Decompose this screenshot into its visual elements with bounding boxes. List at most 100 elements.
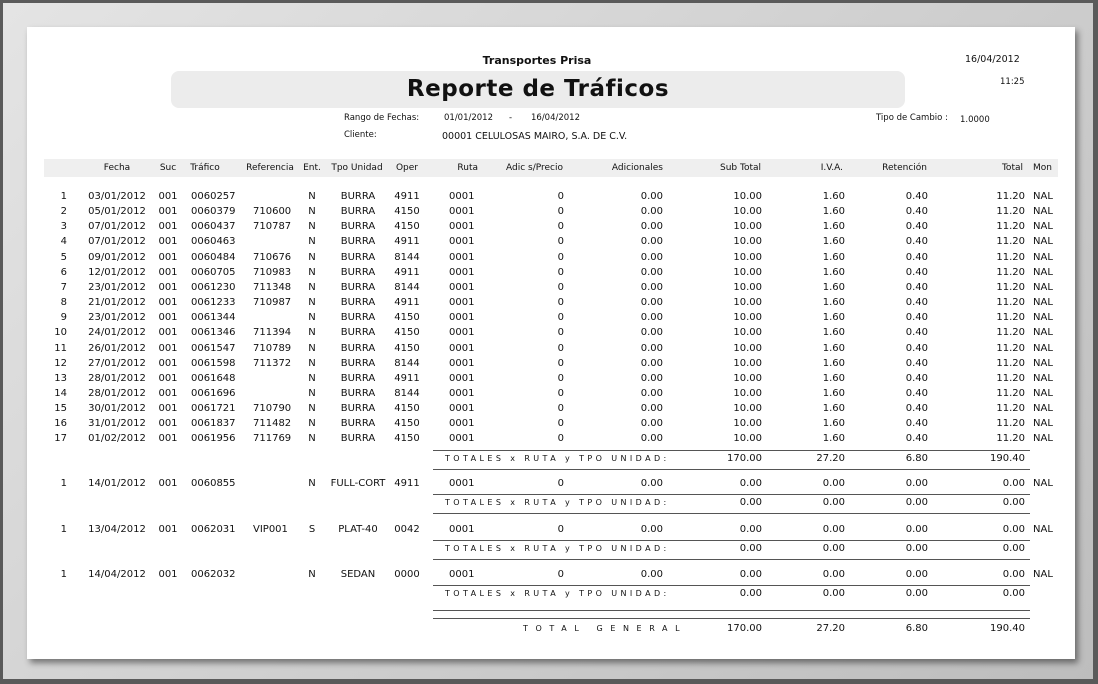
cell-adic-precio: 0 [557, 433, 564, 445]
subtotal-iva: 27.20 [816, 452, 845, 464]
cell-retencion: 0.40 [905, 327, 928, 339]
cell-entrada: N [308, 433, 316, 445]
cell-sucursal: 001 [158, 206, 178, 218]
cell-referencia: 710789 [253, 342, 292, 354]
cell-total: 11.20 [996, 372, 1025, 384]
cell-entrada: N [308, 372, 316, 384]
cell-moneda: NAL [1033, 372, 1053, 384]
cell-moneda: NAL [1033, 251, 1053, 263]
cell-operador: 4911 [394, 297, 420, 309]
cell-iva: 1.60 [822, 387, 845, 399]
cell-referencia: 710787 [253, 221, 292, 233]
cell-retencion: 0.40 [905, 342, 928, 354]
cell-retencion: 0.40 [905, 418, 928, 430]
cell-row-index: 7 [60, 281, 67, 293]
table-row: 1 03/01/2012 001 0060257 N BURRA 4911 0001 0 0.00… [27, 191, 1075, 206]
cell-row-index: 5 [60, 251, 67, 263]
cell-operador: 8144 [394, 281, 420, 293]
grand-total-iva: 27.20 [816, 623, 845, 634]
column-header-total: Total [1001, 163, 1023, 173]
cell-total: 0.00 [1002, 478, 1025, 489]
cell-sucursal: 001 [158, 236, 178, 248]
cell-retencion: 0.40 [905, 206, 928, 218]
cell-operador: 0000 [394, 569, 420, 580]
cell-total: 11.20 [996, 418, 1025, 430]
cell-fecha: 28/01/2012 [88, 372, 146, 384]
cell-adicionales: 0.00 [640, 206, 663, 218]
cell-entrada: N [308, 478, 316, 489]
column-header-iva: I.V.A. [820, 163, 843, 173]
cell-row-index: 16 [54, 418, 67, 430]
cell-ruta: 0001 [449, 266, 475, 278]
cell-trafico: 0060437 [191, 221, 236, 233]
column-header-subtotal: Sub Total [719, 163, 761, 173]
cell-operador: 4911 [394, 478, 420, 489]
cell-referencia: 710983 [253, 266, 292, 278]
cell-iva: 0.00 [822, 524, 845, 535]
cell-ruta: 0001 [449, 312, 475, 324]
cell-retencion: 0.00 [905, 478, 928, 489]
cell-adic-precio: 0 [557, 342, 564, 354]
cell-adicionales: 0.00 [640, 418, 663, 430]
cell-subtotal: 10.00 [733, 206, 762, 218]
cell-subtotal: 10.00 [733, 312, 762, 324]
cell-adicionales: 0.00 [640, 372, 663, 384]
cell-sucursal: 001 [158, 357, 178, 369]
cell-fecha: 23/01/2012 [88, 281, 146, 293]
cell-total: 11.20 [996, 297, 1025, 309]
cell-moneda: NAL [1033, 342, 1053, 354]
cell-adic-precio: 0 [557, 281, 564, 293]
client-value: 00001 CELULOSAS MAIRO, S.A. DE C.V. [442, 131, 628, 142]
cell-fecha: 28/01/2012 [88, 387, 146, 399]
cell-row-index: 10 [54, 327, 67, 339]
cell-subtotal: 0.00 [739, 478, 762, 489]
cell-sucursal: 001 [158, 418, 178, 430]
column-header-ruta: Ruta [457, 163, 478, 173]
cell-iva: 1.60 [822, 312, 845, 324]
cell-row-index: 8 [60, 297, 67, 309]
cell-adic-precio: 0 [557, 327, 564, 339]
cell-tipo-unidad: BURRA [340, 281, 376, 293]
cell-iva: 1.60 [822, 266, 845, 278]
cell-iva: 1.60 [822, 418, 845, 430]
column-header-mon: Mon [1033, 163, 1052, 173]
cell-adicionales: 0.00 [640, 357, 663, 369]
table-row: 3 07/01/2012 001 0060437 710787 N BURRA 4150 000… [27, 221, 1075, 236]
cell-adic-precio: 0 [557, 387, 564, 399]
cell-operador: 0042 [394, 524, 420, 535]
table-row: 16 31/01/2012 001 0061837 711482 N BURRA 4150 00… [27, 418, 1075, 433]
column-header-oper: Oper [395, 163, 419, 173]
date-range-separator: - [509, 113, 513, 123]
cell-trafico: 0060463 [191, 236, 236, 248]
cell-tipo-unidad: PLAT-40 [338, 524, 378, 535]
cell-adicionales: 0.00 [640, 236, 663, 248]
cell-tipo-unidad: BURRA [340, 191, 376, 202]
cell-fecha: 24/01/2012 [88, 327, 146, 339]
cell-iva: 1.60 [822, 251, 845, 263]
cell-adicionales: 0.00 [640, 433, 663, 445]
cell-fecha: 12/01/2012 [88, 266, 146, 278]
cell-total: 0.00 [1002, 524, 1025, 535]
cell-adic-precio: 0 [557, 251, 564, 263]
cell-adicionales: 0.00 [640, 387, 663, 399]
cell-entrada: N [308, 266, 316, 278]
cell-operador: 4150 [394, 206, 420, 218]
column-header-adicionales: Adicionales [611, 163, 663, 173]
cell-moneda: NAL [1033, 524, 1053, 535]
grand-total-retencion: 6.80 [905, 623, 928, 634]
cell-operador: 4150 [394, 221, 420, 233]
cell-entrada: N [308, 191, 316, 202]
cell-adic-precio: 0 [557, 266, 564, 278]
cell-subtotal: 10.00 [733, 387, 762, 399]
rule-line [433, 618, 1030, 619]
cell-operador: 4150 [394, 342, 420, 354]
cell-adic-precio: 0 [557, 403, 564, 415]
cell-adic-precio: 0 [557, 236, 564, 248]
cell-adic-precio: 0 [557, 357, 564, 369]
table-row: 14 28/01/2012 001 0061696 N BURRA 8144 0001 0 0.0… [27, 388, 1075, 403]
cell-tipo-unidad: BURRA [340, 266, 376, 278]
cell-referencia: 711394 [253, 327, 292, 339]
cell-retencion: 0.40 [905, 251, 928, 263]
cell-trafico: 0061344 [191, 312, 236, 324]
cell-total: 11.20 [996, 206, 1025, 218]
